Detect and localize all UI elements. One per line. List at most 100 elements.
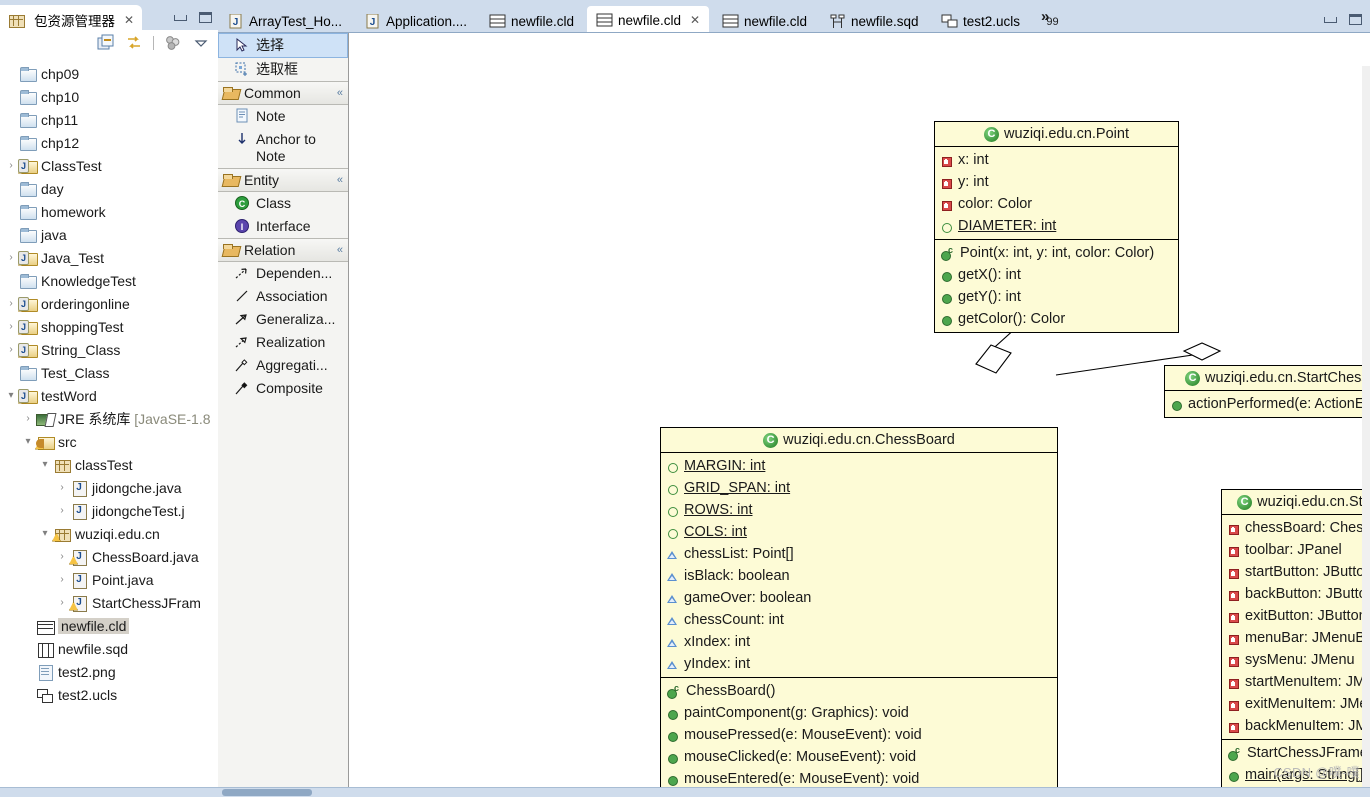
uml-member-row[interactable]: ChessBoard() [661, 680, 1057, 702]
palette-item[interactable]: C Class [218, 192, 348, 215]
chevron-right-icon[interactable]: › [4, 252, 18, 263]
uml-member-row[interactable]: actionPerformed(e: ActionEvent): void [1165, 393, 1370, 415]
uml-member-row[interactable]: x: int [935, 149, 1178, 171]
uml-member-row[interactable]: exitMenuItem: JMenuItem [1222, 693, 1370, 715]
uml-member-row[interactable]: chessCount: int [661, 609, 1057, 631]
horizontal-scrollbar[interactable] [222, 789, 312, 796]
canvas-vertical-scrollbar[interactable] [1362, 66, 1370, 797]
tree-item[interactable]: chp12 [0, 131, 212, 154]
uml-class-myitemlistener[interactable]: Cwuziqi.edu.cn.StartChessJFrame.MyItemLi… [1164, 365, 1370, 418]
close-icon[interactable]: ✕ [690, 13, 700, 27]
uml-member-row[interactable]: backButton: JButton [1222, 583, 1370, 605]
uml-member-row[interactable]: MARGIN: int [661, 455, 1057, 477]
tree-item[interactable]: › JRE 系统库 [JavaSE-1.8 [0, 407, 212, 430]
tree-item[interactable]: chp10 [0, 85, 212, 108]
editor-tab[interactable]: newfile.cld [713, 8, 816, 34]
tree-item[interactable]: java [0, 223, 212, 246]
palette-item[interactable]: Composite [218, 377, 348, 400]
editor-tab[interactable]: J ArrayTest_Ho... [218, 8, 351, 34]
chevron-down-icon[interactable]: ▾ [38, 528, 52, 539]
tree-item[interactable]: chp09 [0, 62, 212, 85]
uml-member-row[interactable]: COLS: int [661, 521, 1057, 543]
diagram-canvas[interactable]: Cwuziqi.edu.cn.Point x: int y: int color: C… [350, 33, 1370, 788]
uml-member-row[interactable]: exitButton: JButton [1222, 605, 1370, 627]
link-with-editor-icon[interactable] [125, 34, 143, 52]
tree-item[interactable]: › String_Class [0, 338, 212, 361]
uml-member-row[interactable]: Point(x: int, y: int, color: Color) [935, 242, 1178, 264]
uml-member-row[interactable]: sysMenu: JMenu [1222, 649, 1370, 671]
uml-member-row[interactable]: y: int [935, 171, 1178, 193]
tree-item[interactable]: chp11 [0, 108, 212, 131]
tree-item[interactable]: ▾ wuziqi.edu.cn [0, 522, 212, 545]
uml-member-row[interactable]: menuBar: JMenuBar [1222, 627, 1370, 649]
palette-pin-icon[interactable]: « [337, 87, 343, 99]
chevron-right-icon[interactable]: › [55, 551, 69, 562]
uml-member-row[interactable]: gameOver: boolean [661, 587, 1057, 609]
chevron-down-icon[interactable]: ▾ [38, 459, 52, 470]
tree-item[interactable]: newfile.sqd [0, 637, 212, 660]
palette-group-header[interactable]: Entity « [218, 168, 348, 192]
tree-item[interactable]: KnowledgeTest [0, 269, 212, 292]
uml-member-row[interactable]: isBlack: boolean [661, 565, 1057, 587]
uml-class-point[interactable]: Cwuziqi.edu.cn.Point x: int y: int color: C… [934, 121, 1179, 333]
palette-item[interactable]: Anchor to Note [218, 128, 348, 168]
editor-tab[interactable]: newfile.cld ✕ [587, 6, 710, 34]
editor-tab[interactable]: newfile.cld [480, 8, 583, 34]
chevron-right-icon[interactable]: › [4, 160, 18, 171]
palette-tool-select[interactable]: 选择 [218, 33, 348, 58]
tree-item[interactable]: newfile.cld [0, 614, 212, 637]
uml-member-row[interactable]: yIndex: int [661, 653, 1057, 675]
editor-tab[interactable]: test2.ucls [932, 8, 1029, 34]
uml-member-row[interactable]: DIAMETER: int [935, 215, 1178, 237]
chevron-right-icon[interactable]: › [55, 574, 69, 585]
palette-pin-icon[interactable]: « [337, 174, 343, 186]
uml-member-row[interactable]: getY(): int [935, 286, 1178, 308]
close-icon[interactable]: ✕ [124, 13, 134, 27]
chevron-right-icon[interactable]: › [4, 298, 18, 309]
uml-member-row[interactable]: mouseEntered(e: MouseEvent): void [661, 768, 1057, 788]
palette-item[interactable]: I Interface [218, 215, 348, 238]
palette-item[interactable]: Note [218, 105, 348, 128]
tree-item[interactable]: › Point.java [0, 568, 212, 591]
uml-member-row[interactable]: chessList: Point[] [661, 543, 1057, 565]
chevron-right-icon[interactable]: › [55, 505, 69, 516]
editor-maximize-icon[interactable] [1349, 14, 1362, 25]
palette-group-header[interactable]: Common « [218, 81, 348, 105]
uml-member-row[interactable]: startMenuItem: JMenuItem [1222, 671, 1370, 693]
tree-item[interactable]: ▾ src [0, 430, 212, 453]
maximize-icon[interactable] [199, 12, 212, 23]
editor-tab[interactable]: J Application.... [355, 8, 476, 34]
editor-tab[interactable]: newfile.sqd [820, 8, 928, 34]
tree-item[interactable]: homework [0, 200, 212, 223]
chevron-right-icon[interactable]: › [21, 413, 35, 424]
explorer-tab[interactable]: 包资源管理器 ✕ [0, 5, 143, 30]
tab-overflow-indicator[interactable]: »99 [1041, 8, 1062, 28]
tree-item[interactable]: ▾ classTest [0, 453, 212, 476]
chevron-down-icon[interactable]: ▾ [21, 436, 35, 447]
project-tree[interactable]: chp09 chp10 chp11 chp12 › ClassTest day homewor… [0, 56, 212, 791]
uml-member-row[interactable]: xIndex: int [661, 631, 1057, 653]
uml-member-row[interactable]: paintComponent(g: Graphics): void [661, 702, 1057, 724]
uml-member-row[interactable]: ROWS: int [661, 499, 1057, 521]
uml-class-chessboard[interactable]: Cwuziqi.edu.cn.ChessBoard MARGIN: int GRID… [660, 427, 1058, 788]
uml-member-row[interactable]: StartChessJFrame() [1222, 742, 1370, 764]
palette-item[interactable]: Realization [218, 331, 348, 354]
tree-item[interactable]: › jidongcheTest.j [0, 499, 212, 522]
tree-item[interactable]: › jidongche.java [0, 476, 212, 499]
tree-item[interactable]: day [0, 177, 212, 200]
tree-item[interactable]: › Java_Test [0, 246, 212, 269]
uml-member-row[interactable]: startButton: JButton [1222, 561, 1370, 583]
uml-class-startchessjframe[interactable]: Cwuziqi.edu.cn.StartChessJFramechessBoar… [1221, 489, 1370, 788]
tree-item[interactable]: test2.png [0, 660, 212, 683]
uml-member-row[interactable]: toolbar: JPanel [1222, 539, 1370, 561]
palette-item[interactable]: Generaliza... [218, 308, 348, 331]
view-filter-icon[interactable] [164, 34, 182, 52]
tree-item[interactable]: › ChessBoard.java [0, 545, 212, 568]
tree-item[interactable]: › shoppingTest [0, 315, 212, 338]
tree-item[interactable]: test2.ucls [0, 683, 212, 706]
uml-member-row[interactable]: mousePressed(e: MouseEvent): void [661, 724, 1057, 746]
minimize-icon[interactable] [174, 14, 187, 21]
chevron-right-icon[interactable]: › [55, 597, 69, 608]
uml-member-row[interactable]: color: Color [935, 193, 1178, 215]
palette-item[interactable]: Association [218, 285, 348, 308]
